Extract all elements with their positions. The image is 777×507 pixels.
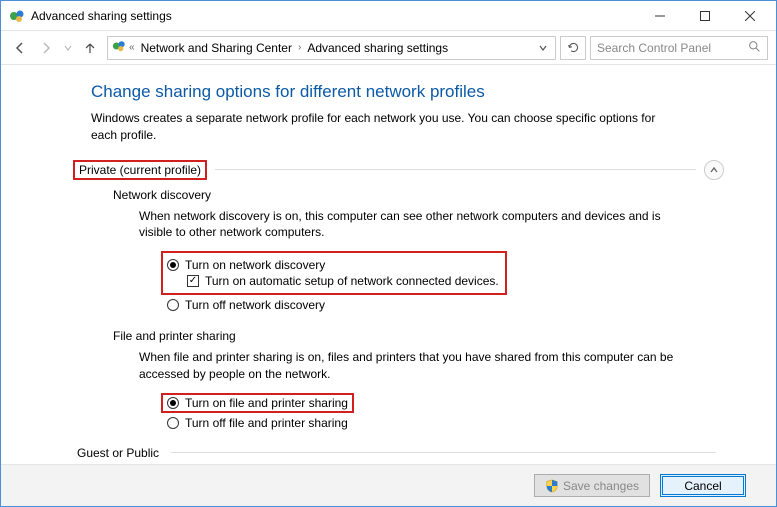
radio-discovery-off[interactable]: Turn off network discovery [167,297,724,313]
guest-profile-label: Guest or Public [73,445,163,461]
network-discovery-description: When network discovery is on, this compu… [139,208,679,242]
private-profile-header[interactable]: Private (current profile) [73,160,724,180]
highlight-box-discovery: Turn on network discovery Turn on automa… [161,251,507,295]
divider [215,169,696,170]
radio-icon [167,397,179,409]
forward-button[interactable] [35,37,57,59]
radio-icon [167,259,179,271]
highlight-box-fps: Turn on file and printer sharing [161,393,354,413]
search-input[interactable]: Search Control Panel [590,36,768,60]
page-title: Change sharing options for different net… [91,82,724,102]
up-button[interactable] [79,37,101,59]
address-dropdown-button[interactable] [535,41,551,55]
cancel-button[interactable]: Cancel [660,474,746,497]
address-bar[interactable]: « Network and Sharing Center › Advanced … [107,36,556,60]
titlebar: Advanced sharing settings [1,1,776,31]
chevron-left-icon: « [128,42,136,53]
refresh-button[interactable] [560,36,586,60]
radio-icon [167,299,179,311]
checkbox-auto-setup[interactable]: Turn on automatic setup of network conne… [187,273,499,289]
control-panel-icon [112,39,126,56]
maximize-button[interactable] [682,2,727,30]
save-changes-button[interactable]: Save changes [534,474,650,497]
file-printer-description: When file and printer sharing is on, fil… [139,349,679,383]
recent-locations-button[interactable] [61,44,75,52]
radio-label: Turn off file and printer sharing [185,416,348,430]
back-button[interactable] [9,37,31,59]
breadcrumb-current[interactable]: Advanced sharing settings [304,41,451,55]
radio-fps-off[interactable]: Turn off file and printer sharing [167,415,724,431]
radio-discovery-on[interactable]: Turn on network discovery [167,257,499,273]
minimize-button[interactable] [637,2,682,30]
content-area: Change sharing options for different net… [1,66,776,464]
radio-label: Turn on network discovery [185,258,325,272]
page-description: Windows creates a separate network profi… [91,110,671,144]
button-label: Cancel [684,479,721,493]
search-icon [748,40,761,56]
button-label: Save changes [563,479,639,493]
radio-icon [167,417,179,429]
control-panel-icon [9,8,25,24]
close-button[interactable] [727,2,772,30]
radio-label: Turn on file and printer sharing [185,396,348,410]
private-profile-label: Private (current profile) [73,160,207,180]
breadcrumb-parent[interactable]: Network and Sharing Center [138,41,295,55]
collapse-button[interactable] [704,160,724,180]
navigation-bar: « Network and Sharing Center › Advanced … [1,31,776,65]
shield-icon [545,479,559,493]
divider [171,452,716,453]
guest-profile-header[interactable]: Guest or Public [73,445,724,461]
checkbox-label: Turn on automatic setup of network conne… [205,274,499,288]
radio-label: Turn off network discovery [185,298,325,312]
chevron-right-icon: › [297,42,302,53]
checkbox-icon [187,275,199,287]
search-placeholder: Search Control Panel [597,41,748,55]
bottom-bar: Save changes Cancel [1,464,776,506]
network-discovery-title: Network discovery [113,188,724,202]
window-title: Advanced sharing settings [31,9,637,23]
file-printer-title: File and printer sharing [113,329,724,343]
